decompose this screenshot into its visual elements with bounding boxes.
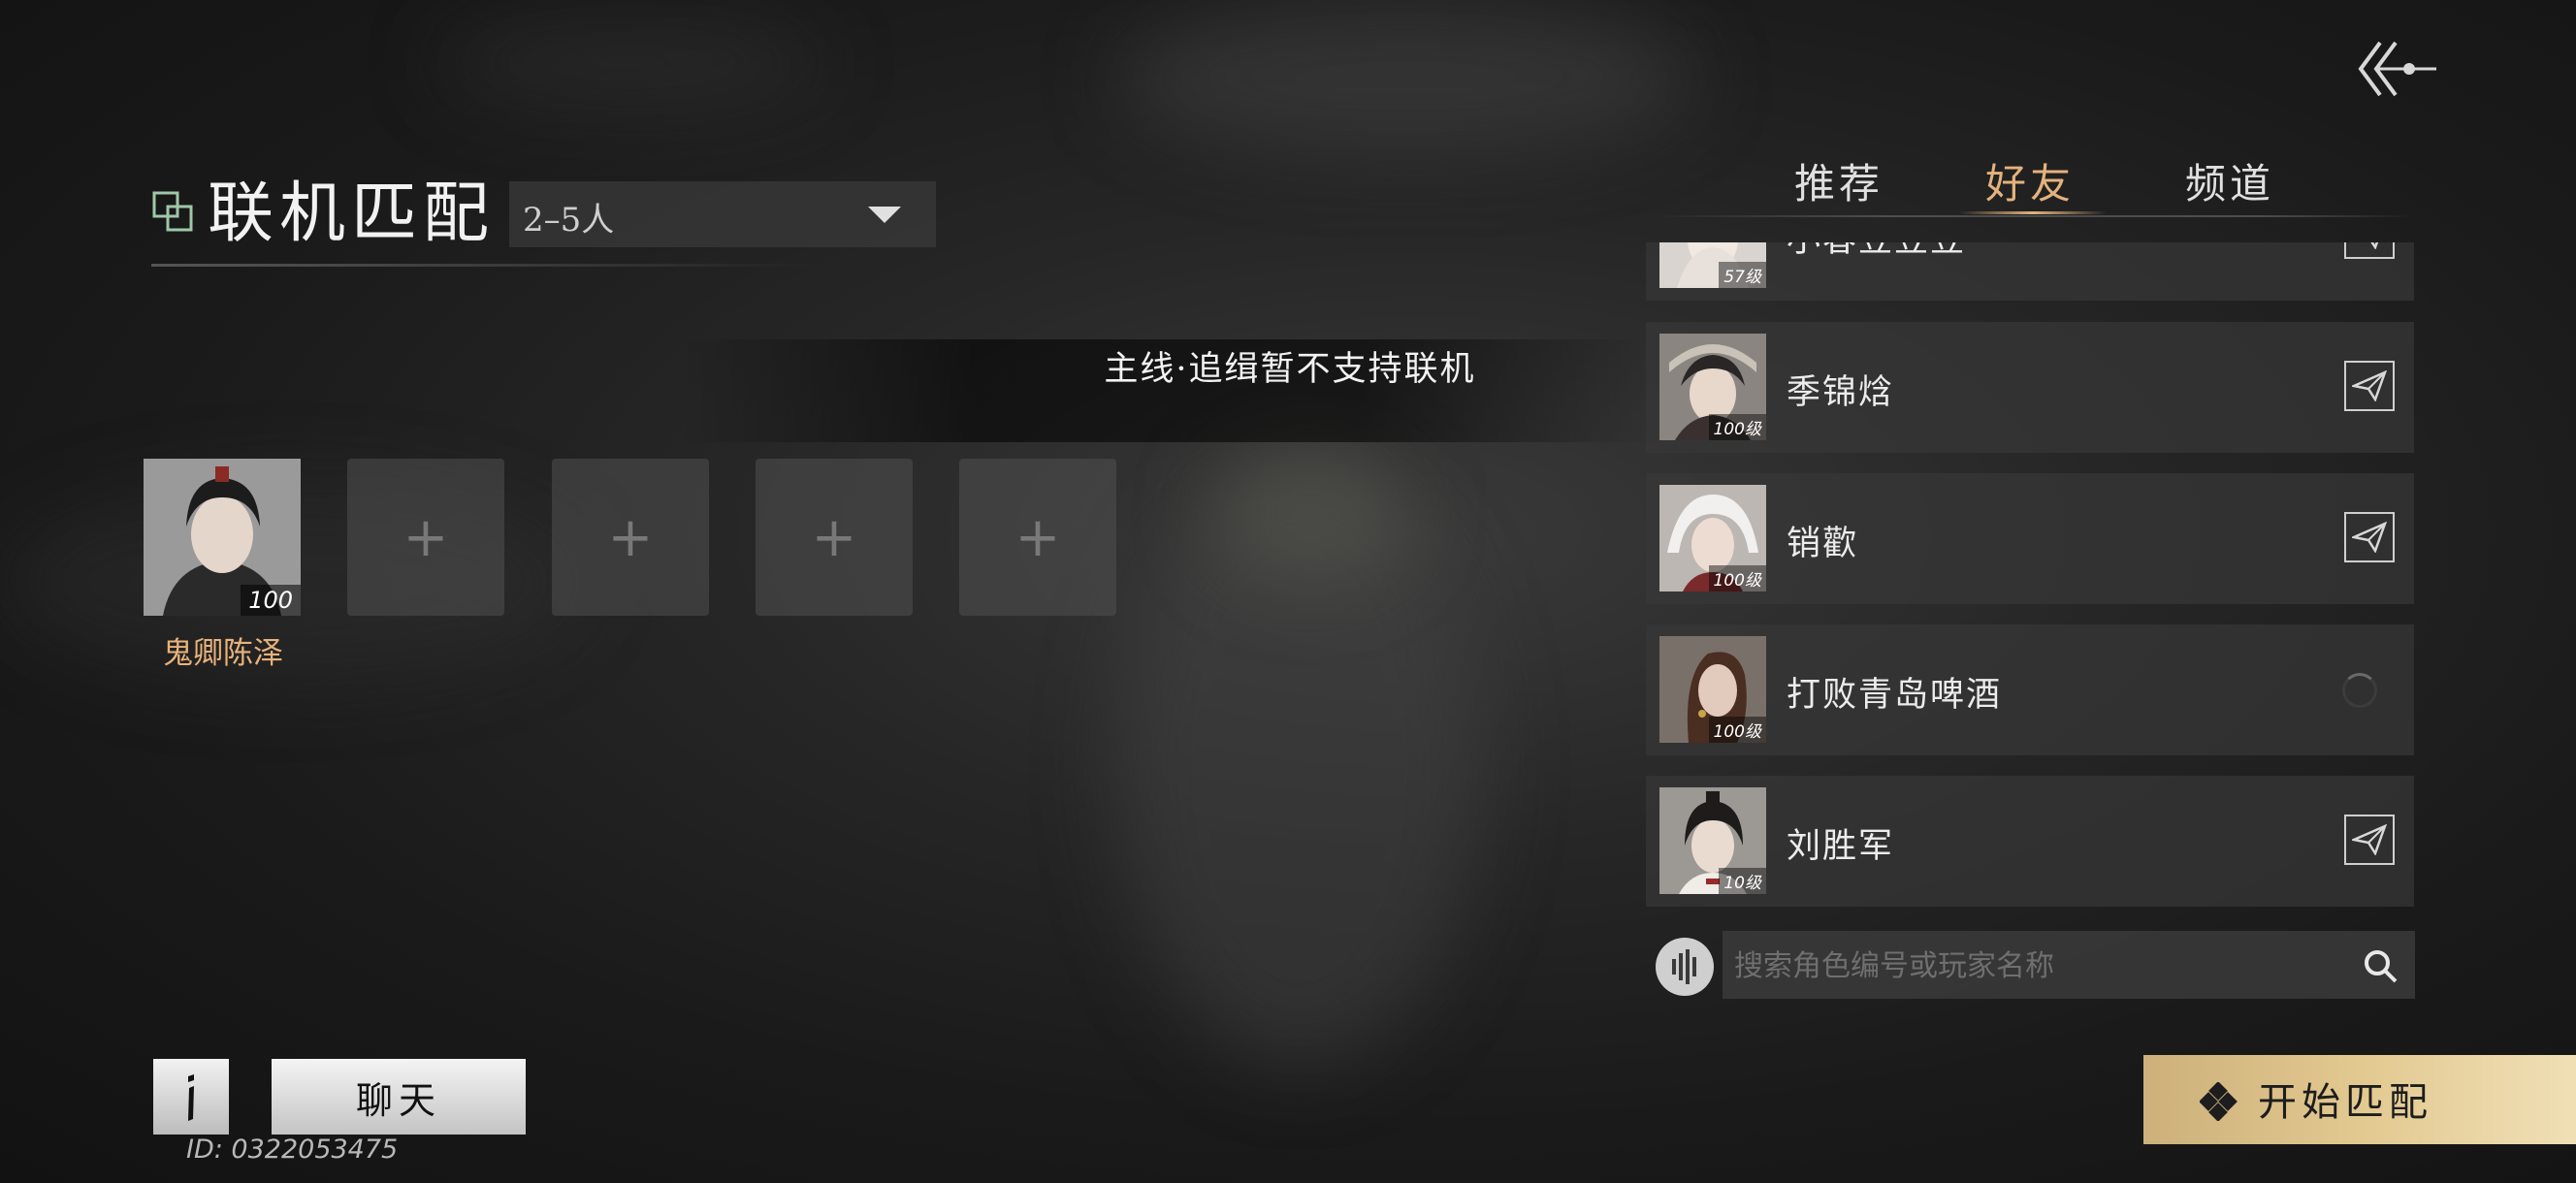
- add-icon: +: [811, 505, 857, 569]
- chat-button[interactable]: 聊天: [272, 1059, 526, 1135]
- party-size-dropdown[interactable]: 2–5人: [509, 181, 936, 247]
- friend-row[interactable]: 100级 打败青岛啤酒: [1646, 624, 2414, 755]
- friend-avatar: 100级: [1659, 334, 1766, 440]
- voice-icon: [1672, 949, 1696, 984]
- tab-friends[interactable]: 好友: [1985, 151, 2075, 210]
- friend-name: 刘胜军: [1787, 827, 1895, 866]
- background-blur: [436, 19, 824, 107]
- friend-avatar: 100级: [1659, 636, 1766, 743]
- friend-level: 57级: [1719, 262, 1766, 288]
- title-divider: [151, 264, 811, 267]
- team-slot-empty[interactable]: +: [959, 459, 1116, 616]
- friend-row[interactable]: 100级 销歡: [1646, 473, 2414, 604]
- add-icon: +: [402, 505, 449, 569]
- friend-name: 销歡: [1787, 525, 1859, 563]
- friend-row[interactable]: 57级 小春豆豆豆: [1646, 242, 2414, 301]
- team-slot-empty[interactable]: +: [552, 459, 709, 616]
- friend-list[interactable]: 57级 小春豆豆豆 100级 季锦焓 100级 销歡 100级 打败青岛啤酒: [1646, 242, 2414, 911]
- paper-plane-icon: [2352, 522, 2387, 553]
- start-matching-button[interactable]: 开始匹配: [2143, 1055, 2576, 1144]
- party-size-value: 2–5人: [523, 201, 615, 240]
- background-blur: [1115, 0, 1697, 155]
- friend-level: 100级: [1708, 414, 1766, 440]
- paper-plane-icon: [2370, 242, 2379, 249]
- page-title: 联机匹配: [208, 176, 496, 252]
- search-icon[interactable]: [2361, 946, 2399, 985]
- friend-level: 100级: [1708, 717, 1766, 743]
- background-blur: [1212, 446, 1406, 582]
- match-icon: [152, 191, 193, 232]
- start-matching-label: 开始匹配: [2258, 1080, 2432, 1125]
- invite-button[interactable]: [2344, 242, 2395, 259]
- team-slot-empty[interactable]: +: [347, 459, 504, 616]
- tab-divider: [1649, 215, 2415, 217]
- notice-text: 主线·追缉暂不支持联机: [1104, 350, 1476, 389]
- diamond-icon: [2200, 1082, 2238, 1121]
- invite-button[interactable]: [2344, 361, 2395, 411]
- add-icon: +: [1014, 505, 1061, 569]
- friend-name: 小春豆豆豆: [1787, 242, 1966, 262]
- leader-level: 100: [241, 585, 301, 616]
- friend-level: 10级: [1719, 868, 1766, 894]
- tab-recommend[interactable]: 推荐: [1794, 151, 1884, 210]
- leader-name: 鬼卿陈泽: [163, 636, 283, 671]
- friend-name: 打败青岛啤酒: [1787, 676, 2003, 715]
- player-id: ID: 0322053475: [186, 1135, 399, 1165]
- friend-avatar: 100级: [1659, 485, 1766, 592]
- paper-plane-icon: [2352, 370, 2387, 401]
- info-icon: [188, 1074, 194, 1121]
- search-box[interactable]: [1723, 931, 2415, 999]
- invite-button[interactable]: [2344, 512, 2395, 562]
- chevron-down-icon: [868, 207, 901, 223]
- friend-row[interactable]: 100级 季锦焓: [1646, 322, 2414, 453]
- search-input[interactable]: [1732, 943, 2337, 989]
- info-button[interactable]: [153, 1059, 229, 1135]
- friend-row[interactable]: 10级 刘胜军: [1646, 776, 2414, 907]
- back-arrow-icon: [2358, 41, 2436, 97]
- friend-level: 100级: [1708, 565, 1766, 592]
- tab-channel[interactable]: 频道: [2185, 151, 2274, 210]
- paper-plane-icon: [2352, 824, 2387, 855]
- voice-button[interactable]: [1656, 938, 1714, 996]
- add-icon: +: [607, 505, 654, 569]
- invite-button[interactable]: [2344, 815, 2395, 865]
- friend-avatar: 10级: [1659, 787, 1766, 894]
- friend-name: 季锦焓: [1787, 373, 1895, 412]
- team-slot-empty[interactable]: +: [756, 459, 913, 616]
- friend-avatar: 57级: [1659, 242, 1766, 288]
- team-slot-leader[interactable]: 100: [144, 459, 301, 616]
- active-tab-indicator: [1959, 211, 2107, 214]
- background-blur: [1115, 465, 1484, 1067]
- back-button[interactable]: [2347, 35, 2444, 103]
- loading-spinner-icon: [2342, 673, 2377, 708]
